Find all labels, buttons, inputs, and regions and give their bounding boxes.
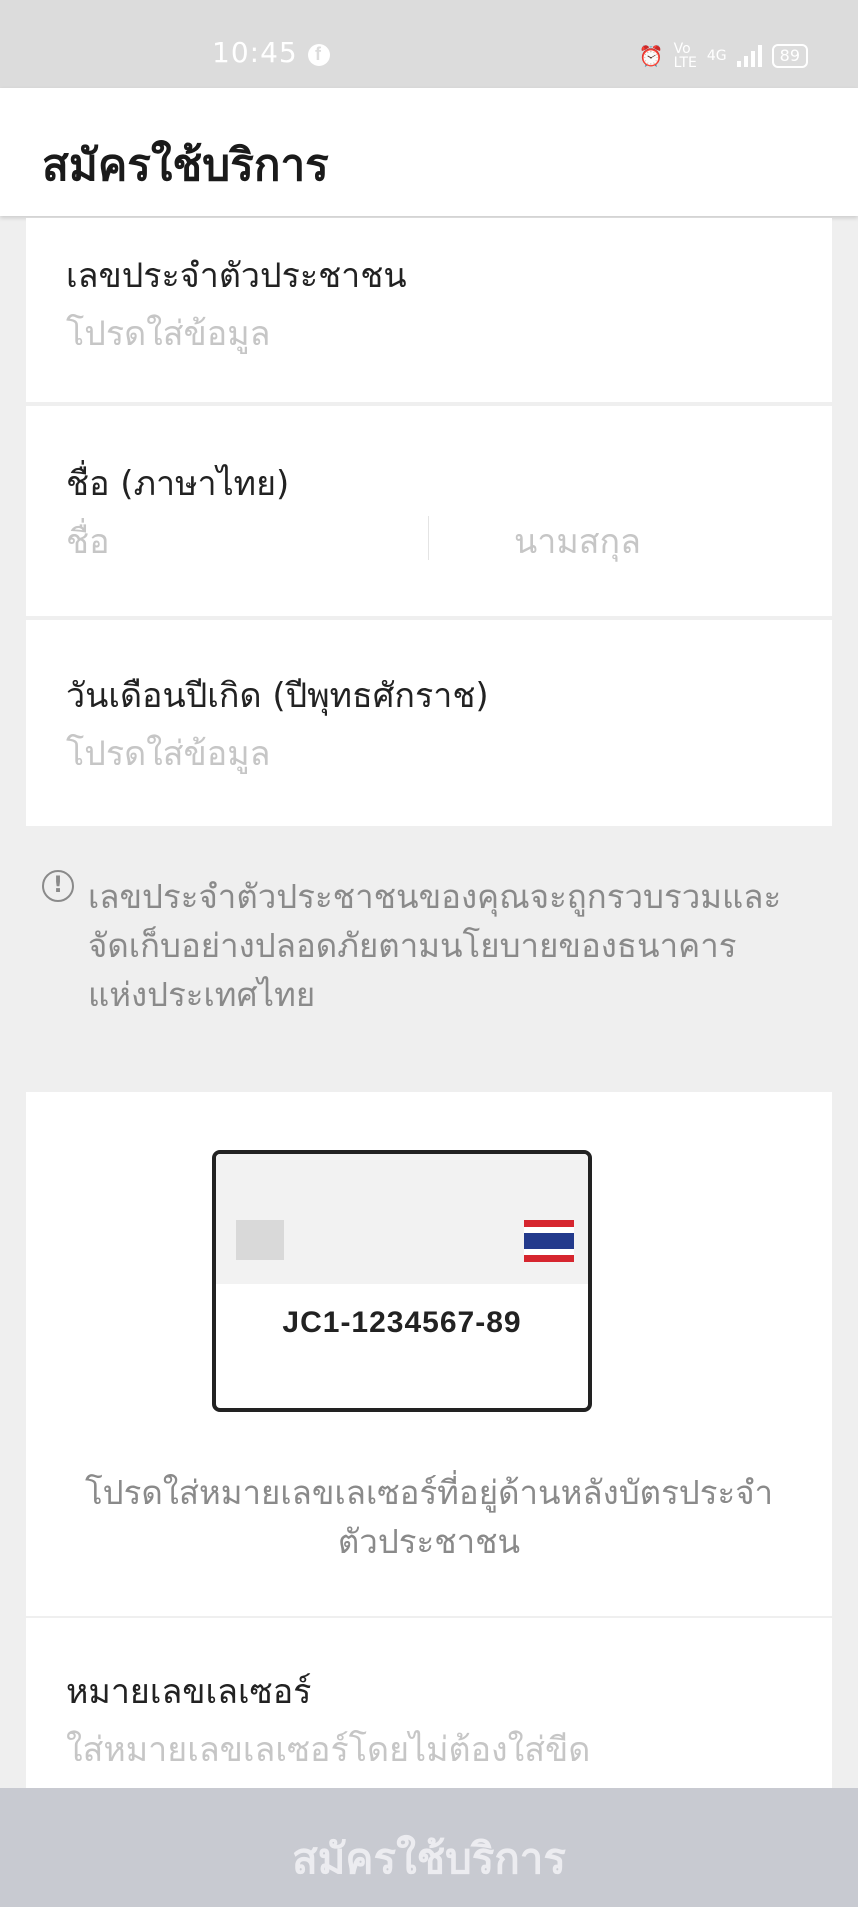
info-icon: ! (42, 870, 74, 902)
privacy-notice-line1: เลขประจำตัวประชาชนของคุณจะถูกรวบรวมและ (88, 877, 782, 916)
facebook-notification-icon: f (308, 44, 330, 66)
network-type: 4G (706, 48, 727, 64)
submit-button-label: สมัครใช้บริการ (292, 1834, 566, 1883)
id-card-illustration: JC1-1234567-89 (212, 1150, 592, 1412)
laser-id-input[interactable]: ใส่หมายเลขเลเซอร์โดยไม่ต้องใส่ขีด (66, 1722, 590, 1776)
first-name-input[interactable]: ชื่อ (66, 514, 110, 568)
name-thai-label: ชื่อ (ภาษาไทย) (66, 464, 290, 504)
sample-laser-number: JC1-1234567-89 (282, 1306, 522, 1339)
battery-icon: 89 (771, 44, 808, 68)
status-time: 10:45 (212, 36, 298, 69)
id-card-caption-line1: โปรดใส่หมายเลขเลเซอร์ที่อยู่ด้านหลังบัตร… (84, 1473, 774, 1512)
signal-icon (736, 45, 762, 67)
laser-id-label: หมายเลขเลเซอร์ (66, 1672, 312, 1712)
id-card-caption: โปรดใส่หมายเลขเลเซอร์ที่อยู่ด้านหลังบัตร… (26, 1468, 832, 1566)
laser-id-field[interactable]: หมายเลขเลเซอร์ ใส่หมายเลขเลเซอร์โดยไม่ต้… (26, 1618, 832, 1798)
submit-button[interactable]: สมัครใช้บริการ (0, 1788, 858, 1907)
status-bar: 10:45 f ⏰ Vo LTE 4G 89 (0, 0, 858, 88)
name-divider (428, 516, 429, 560)
page-header: สมัครใช้บริการ (0, 88, 858, 216)
citizen-id-field[interactable]: เลขประจำตัวประชาชน โปรดใส่ข้อมูล (26, 218, 832, 402)
status-icons: ⏰ Vo LTE 4G 89 (639, 42, 808, 70)
name-thai-field: ชื่อ (ภาษาไทย) ชื่อ นามสกุล (26, 406, 832, 616)
page-title: สมัครใช้บริการ (42, 140, 329, 191)
privacy-notice-line2: จัดเก็บอย่างปลอดภัยตามนโยบายของธนาคาร (88, 926, 737, 965)
citizen-id-input[interactable]: โปรดใส่ข้อมูล (66, 306, 270, 360)
birth-date-input[interactable]: โปรดใส่ข้อมูล (66, 726, 270, 780)
privacy-notice-line3: แห่งประเทศไทย (88, 975, 316, 1014)
card-chip-icon (236, 1220, 284, 1260)
alarm-icon: ⏰ (638, 44, 664, 68)
volte-icon: Vo LTE (673, 41, 697, 71)
thai-flag-icon (524, 1220, 574, 1262)
birth-date-label: วันเดือนปีเกิด (ปีพุทธศักราช) (66, 676, 489, 716)
citizen-id-label: เลขประจำตัวประชาชน (66, 256, 407, 296)
birth-date-field[interactable]: วันเดือนปีเกิด (ปีพุทธศักราช) โปรดใส่ข้อ… (26, 620, 832, 826)
id-card-caption-line2: ตัวประชาชน (337, 1522, 521, 1561)
last-name-input[interactable]: นามสกุล (514, 514, 641, 568)
privacy-notice: เลขประจำตัวประชาชนของคุณจะถูกรวบรวมและ จ… (88, 872, 828, 1019)
